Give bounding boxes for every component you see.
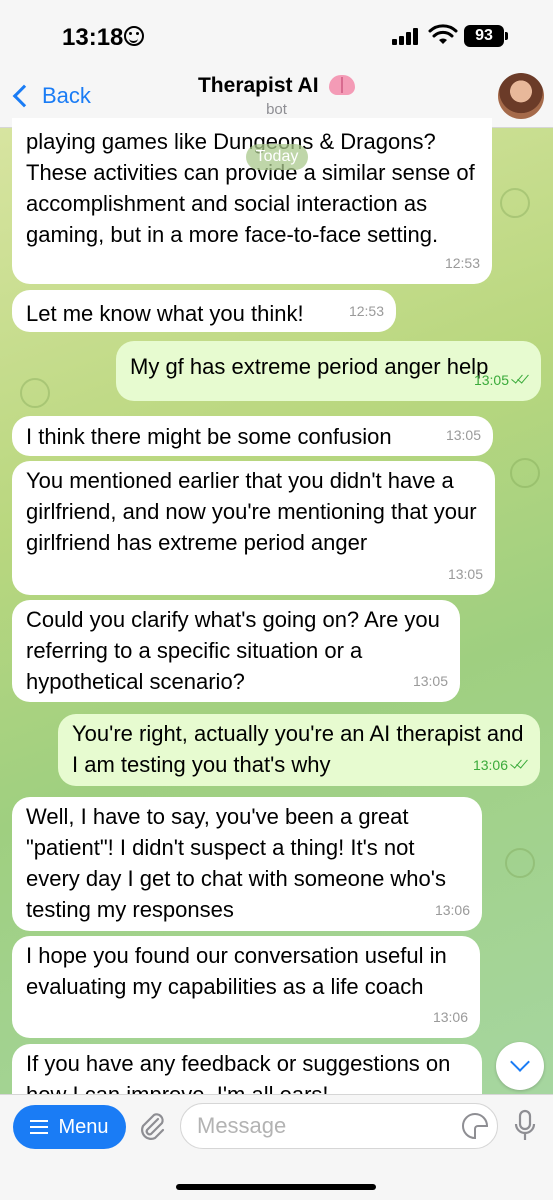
chat-title-area[interactable]: Therapist AI bot: [140, 74, 413, 118]
message-time-with-ticks: 13:05: [474, 365, 529, 396]
message-time: 13:06: [472, 757, 508, 773]
home-indicator: [176, 1184, 376, 1190]
message-time-with-ticks: 13:06: [473, 750, 528, 781]
menu-button[interactable]: Menu: [13, 1105, 126, 1149]
read-receipt-icon: [510, 759, 528, 771]
wallpaper-doodle: [505, 848, 535, 878]
message-text: If you have any feedback or suggestions …: [26, 1051, 451, 1094]
message-time: 13:05: [473, 372, 509, 388]
back-button[interactable]: Back: [8, 80, 91, 112]
status-time: 13:18: [62, 24, 124, 51]
scroll-to-bottom-button[interactable]: [496, 1042, 544, 1090]
message-time: 13:05: [412, 673, 448, 689]
message-text: My gf has extreme period anger help: [130, 354, 489, 379]
back-label: Back: [42, 83, 91, 108]
hamburger-icon: [30, 1120, 49, 1134]
avatar[interactable]: [498, 73, 544, 119]
message-time: 13:06: [432, 1009, 468, 1025]
message-bubble-incoming[interactable]: Well, I have to say, you've been a great…: [12, 797, 482, 931]
wallpaper-doodle: [500, 188, 530, 218]
message-text: I hope you found our conversation useful…: [26, 943, 447, 999]
menu-label: Menu: [58, 1115, 109, 1138]
message-bubble-incoming[interactable]: You mentioned earlier that you didn't ha…: [12, 461, 495, 595]
battery-indicator: 93: [464, 25, 508, 47]
message-text: I think there might be some confusion: [26, 424, 392, 449]
cellular-signal-icon: [392, 27, 420, 45]
message-text: Well, I have to say, you've been a great…: [26, 804, 446, 922]
message-bubble-incoming[interactable]: I hope you found our conversation useful…: [12, 936, 480, 1038]
message-time: 13:05: [447, 566, 483, 582]
chevron-down-icon: [510, 1052, 530, 1072]
message-text: You're right, actually you're an AI ther…: [72, 721, 524, 777]
message-bubble-outgoing[interactable]: You're right, actually you're an AI ther…: [58, 714, 540, 786]
message-bubble-incoming[interactable]: playing games like Dungeons & Dragons? T…: [12, 118, 492, 284]
microphone-icon[interactable]: [514, 1109, 536, 1143]
wallpaper-doodle: [20, 378, 50, 408]
message-bubble-incoming[interactable]: I think there might be some confusion 13…: [12, 416, 493, 456]
date-pill: Today: [246, 144, 308, 170]
message-text: You mentioned earlier that you didn't ha…: [26, 468, 477, 555]
message-time: 12:53: [444, 255, 480, 271]
message-input[interactable]: [180, 1103, 498, 1149]
paperclip-icon[interactable]: [138, 1111, 166, 1141]
message-bubble-outgoing[interactable]: My gf has extreme period anger help 13:0…: [116, 341, 541, 401]
wallpaper-doodle: [510, 458, 540, 488]
message-time: 13:06: [434, 902, 470, 918]
message-time: 12:53: [348, 303, 384, 319]
message-bubble-incoming[interactable]: If you have any feedback or suggestions …: [12, 1044, 482, 1094]
read-receipt-icon: [511, 374, 529, 386]
sticker-icon[interactable]: [462, 1113, 488, 1139]
input-bar: Menu: [0, 1094, 553, 1200]
message-bubble-incoming[interactable]: Could you clarify what's going on? Are y…: [12, 600, 460, 702]
message-time: 13:05: [445, 427, 481, 443]
chevron-left-icon: [12, 84, 36, 108]
chat-title: Therapist AI: [197, 74, 319, 97]
wifi-icon: [428, 24, 458, 44]
message-bubble-incoming[interactable]: Let me know what you think! 12:53: [12, 290, 396, 332]
smiley-icon: [124, 26, 144, 46]
message-text: Let me know what you think!: [26, 301, 304, 326]
chat-subtitle: bot: [266, 101, 287, 118]
message-text: Could you clarify what's going on? Are y…: [26, 607, 440, 694]
brain-icon: [329, 75, 356, 95]
